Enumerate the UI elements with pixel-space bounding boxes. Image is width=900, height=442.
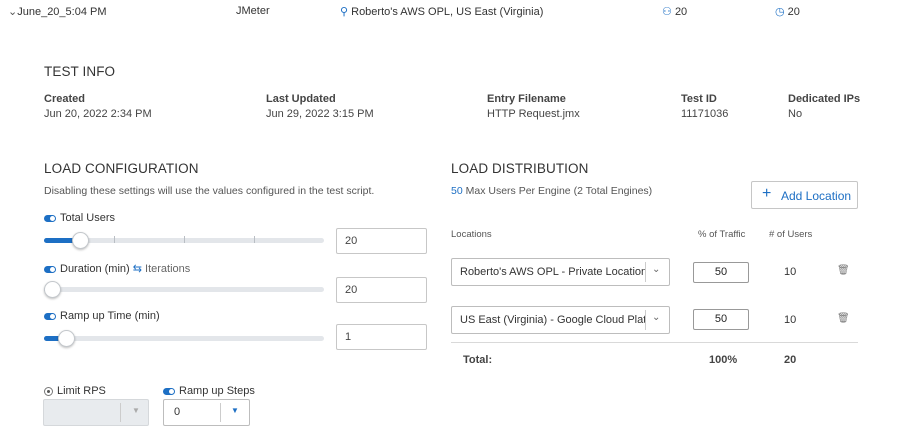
total-users-slider[interactable]: [44, 232, 324, 249]
limit-rps-label: Limit RPS: [57, 385, 106, 397]
last-updated-value: Jun 29, 2022 3:15 PM: [266, 108, 374, 120]
chevron-down-icon: ⌄: [652, 312, 661, 323]
clock-icon: ◷: [775, 6, 785, 18]
ramp-up-steps-toggle[interactable]: [163, 387, 175, 395]
users-value-1: 10: [784, 266, 797, 278]
run-tool: JMeter: [236, 5, 270, 17]
location-select-1[interactable]: Roberto's AWS OPL - Private Locations ⌄: [451, 258, 670, 286]
limit-rps-row: Limit RPS: [44, 385, 106, 397]
duration-toggle[interactable]: [44, 265, 56, 273]
chevron-down-icon[interactable]: ⌄: [8, 6, 17, 18]
total-users-slider-knob[interactable]: [72, 232, 89, 249]
total-users-toggle-row: Total Users: [44, 212, 115, 224]
duration-slider[interactable]: [44, 281, 324, 298]
slider-tick: [114, 236, 115, 243]
select-divider: [120, 403, 121, 422]
test-id-value: 11171036: [681, 108, 729, 120]
col-locations: Locations: [451, 229, 492, 240]
total-users-toggle[interactable]: [44, 214, 56, 222]
select-divider: [220, 403, 221, 422]
plus-icon: +: [762, 185, 772, 202]
user-icon: ⚇: [662, 6, 672, 18]
divider: [451, 342, 858, 343]
entry-filename-value: HTTP Request.jmx: [487, 108, 580, 120]
dedicated-ips-label: Dedicated IPs: [788, 93, 861, 105]
total-traffic: 100%: [709, 354, 738, 366]
duration-label: Duration (min): [60, 263, 130, 275]
total-label: Total:: [463, 354, 493, 366]
run-name[interactable]: ⌄June_20_5:04 PM: [8, 5, 107, 18]
test-run-row[interactable]: ⌄June_20_5:04 PM JMeter ⚲ Roberto's AWS …: [0, 3, 900, 21]
location-select-2[interactable]: US East (Virginia) - Google Cloud Plat..…: [451, 306, 670, 334]
run-duration-label: 20: [787, 6, 800, 18]
add-location-button[interactable]: + Add Location: [751, 181, 858, 209]
ramp-steps-row: Ramp up Steps: [163, 385, 255, 397]
add-location-label: Add Location: [781, 189, 852, 203]
ramp-up-steps-value: 0: [174, 406, 181, 418]
ramp-up-time-toggle[interactable]: [44, 312, 56, 320]
col-traffic: % of Traffic: [698, 229, 746, 240]
traffic-input-1[interactable]: 50: [693, 262, 749, 283]
run-users: ⚇ 20: [662, 5, 687, 18]
caret-down-icon: ▼: [132, 406, 140, 415]
ramp-up-time-slider-knob[interactable]: [58, 330, 75, 347]
max-users-number[interactable]: 50: [451, 185, 463, 197]
max-users-text: Max Users Per Engine (2 Total Engines): [465, 185, 653, 197]
total-users-label: Total Users: [60, 212, 116, 224]
run-location: ⚲ Roberto's AWS OPL, US East (Virginia): [340, 5, 543, 18]
run-users-label: 20: [674, 6, 688, 18]
location-select-value: Roberto's AWS OPL - Private Locations: [460, 266, 646, 278]
dedicated-ips-value: No: [788, 108, 803, 120]
run-location-label: Roberto's AWS OPL, US East (Virginia): [351, 6, 544, 18]
ramp-up-time-label: Ramp up Time (min): [60, 310, 160, 322]
ramp-up-steps-select[interactable]: 0 ▼: [163, 399, 250, 426]
last-updated-label: Last Updated: [266, 93, 336, 105]
select-divider: [645, 310, 646, 330]
location-pin-icon: ⚲: [340, 6, 349, 18]
col-users: # of Users: [769, 229, 813, 240]
trash-icon[interactable]: 🗑︎: [837, 265, 850, 276]
trash-icon[interactable]: 🗑︎: [837, 313, 850, 324]
total-users-input[interactable]: 20: [336, 228, 427, 254]
duration-toggle-row: Duration (min) ⇆ Iterations: [44, 262, 190, 275]
location-select-value: US East (Virginia) - Google Cloud Plat..…: [460, 314, 646, 326]
swap-icon[interactable]: ⇆: [133, 263, 142, 275]
total-users: 20: [784, 354, 797, 366]
slider-tick: [184, 236, 185, 243]
created-label: Created: [44, 93, 85, 105]
limit-rps-select[interactable]: ▼: [43, 399, 149, 426]
ramp-up-steps-label: Ramp up Steps: [179, 385, 255, 397]
load-configuration-description: Disabling these settings will use the va…: [44, 185, 375, 197]
test-info-title: TEST INFO: [44, 64, 116, 79]
ramp-toggle-row: Ramp up Time (min): [44, 310, 160, 322]
ramp-up-time-slider[interactable]: [44, 330, 324, 347]
run-name-label: June_20_5:04 PM: [17, 6, 107, 18]
caret-down-icon: ▼: [231, 406, 239, 415]
select-divider: [645, 262, 646, 282]
chevron-down-icon: ⌄: [652, 264, 661, 275]
limit-rps-radio[interactable]: [44, 386, 53, 396]
traffic-input-2[interactable]: 50: [693, 309, 749, 330]
entry-filename-label: Entry Filename: [487, 93, 566, 105]
users-value-2: 10: [784, 314, 797, 326]
test-id-label: Test ID: [681, 93, 717, 105]
iterations-label[interactable]: Iterations: [145, 263, 190, 275]
ramp-up-time-input[interactable]: 1: [336, 324, 427, 350]
load-distribution-title: LOAD DISTRIBUTION: [451, 161, 589, 176]
duration-input[interactable]: 20: [336, 277, 427, 303]
slider-tick: [254, 236, 255, 243]
run-duration: ◷ 20: [775, 5, 800, 18]
created-value: Jun 20, 2022 2:34 PM: [44, 108, 152, 120]
duration-slider-knob[interactable]: [44, 281, 61, 298]
load-configuration-title: LOAD CONFIGURATION: [44, 161, 199, 176]
max-users-line: 50 Max Users Per Engine (2 Total Engines…: [451, 185, 652, 197]
